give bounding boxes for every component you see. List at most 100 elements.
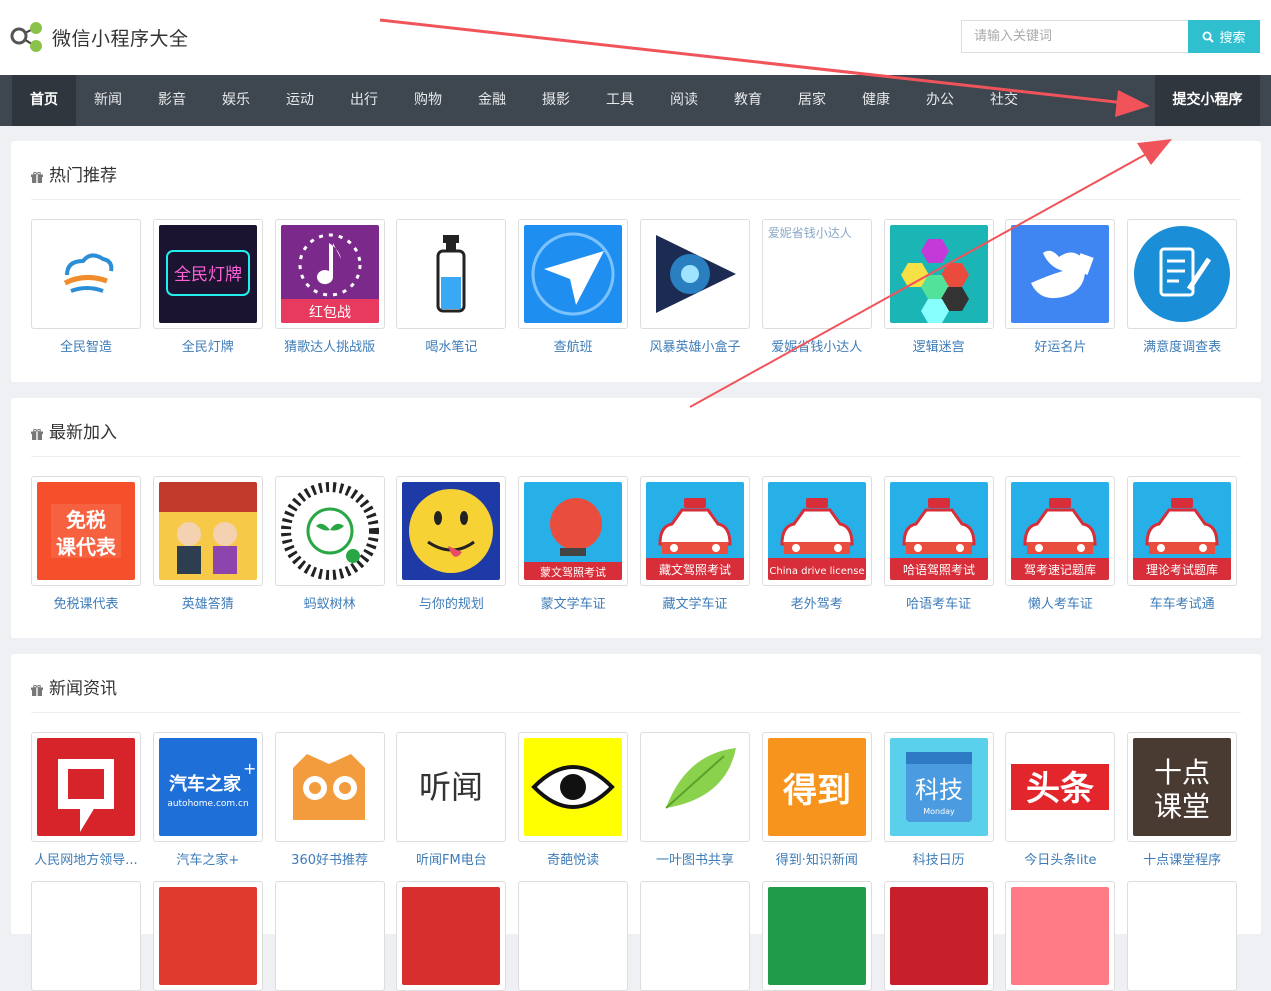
app-card[interactable]: 逻辑迷宫 (883, 219, 994, 355)
app-card[interactable]: 好运名片 (1005, 219, 1116, 355)
app-card[interactable]: 爱妮省钱小达人 爱妮省钱小达人 (761, 219, 872, 355)
app-tile[interactable] (396, 476, 507, 586)
app-name[interactable]: 得到·知识新闻 (762, 849, 872, 868)
app-name[interactable]: 科技日历 (884, 849, 994, 868)
app-tile[interactable] (518, 219, 629, 329)
app-name[interactable]: 英雄答猜 (153, 593, 263, 612)
app-tile[interactable]: 理论考试题库 (1127, 476, 1238, 586)
app-card[interactable]: China drive license 老外驾考 (761, 476, 872, 612)
app-tile[interactable] (1005, 881, 1116, 991)
app-name[interactable]: 好运名片 (1005, 336, 1115, 355)
app-name[interactable]: 喝水笔记 (396, 336, 506, 355)
nav-item-13[interactable]: 健康 (844, 75, 908, 126)
app-name[interactable]: 全民灯牌 (153, 336, 263, 355)
app-card[interactable]: 查航班 (518, 219, 629, 355)
app-name[interactable]: 人民网地方领导... (31, 849, 141, 868)
app-tile[interactable] (396, 881, 507, 991)
app-tile[interactable]: 科技 Monday (883, 732, 994, 842)
app-tile[interactable]: 免税 课代表 (31, 476, 141, 586)
app-name[interactable]: 免税课代表 (31, 593, 141, 612)
app-card[interactable]: 驾考速记题库 懒人考车证 (1005, 476, 1116, 612)
app-card[interactable]: 人民网地方领导... (31, 732, 141, 868)
app-card[interactable]: 听闻听闻FM电台 (396, 732, 507, 868)
app-card[interactable]: 头条 今日头条lite (1005, 732, 1116, 868)
app-card[interactable]: 满意度调查表 (1127, 219, 1238, 355)
app-tile[interactable] (518, 881, 629, 991)
nav-item-14[interactable]: 办公 (908, 75, 972, 126)
app-card[interactable]: 英雄答猜 (152, 476, 263, 612)
app-tile[interactable] (31, 881, 141, 991)
app-name[interactable]: 汽车之家+ (153, 849, 263, 868)
app-tile[interactable]: 得到 (761, 732, 872, 842)
app-card[interactable]: 全民智造 (31, 219, 141, 355)
app-name[interactable]: 蒙文学车证 (518, 593, 628, 612)
app-name[interactable]: 哈语考车证 (884, 593, 994, 612)
app-tile[interactable]: China drive license (761, 476, 872, 586)
nav-item-0[interactable]: 首页 (12, 75, 76, 126)
app-card[interactable]: 奇葩悦读 (518, 732, 629, 868)
app-tile[interactable] (31, 219, 141, 329)
app-name[interactable]: 360好书推荐 (275, 849, 385, 868)
app-tile[interactable] (31, 732, 141, 842)
nav-item-3[interactable]: 娱乐 (204, 75, 268, 126)
nav-item-2[interactable]: 影音 (140, 75, 204, 126)
app-card[interactable]: 蒙文驾照考试蒙文学车证 (518, 476, 629, 612)
app-card[interactable]: 汽车之家 + autohome.com.cn 汽车之家+ (152, 732, 263, 868)
app-card[interactable]: 全民灯牌 全民灯牌 (152, 219, 263, 355)
app-card[interactable]: 与你的规划 (396, 476, 507, 612)
app-tile[interactable] (152, 881, 263, 991)
app-name[interactable]: 查航班 (518, 336, 628, 355)
app-tile[interactable] (640, 732, 750, 842)
site-logo[interactable]: 微信小程序大全 (10, 19, 189, 55)
nav-item-9[interactable]: 工具 (588, 75, 652, 126)
nav-item-15[interactable]: 社交 (972, 75, 1036, 126)
app-tile[interactable] (883, 219, 994, 329)
app-tile[interactable] (274, 881, 385, 991)
app-name[interactable]: 车车考试通 (1127, 593, 1237, 612)
nav-item-11[interactable]: 教育 (716, 75, 780, 126)
app-tile[interactable] (274, 476, 385, 586)
nav-item-7[interactable]: 金融 (460, 75, 524, 126)
app-card[interactable]: 藏文驾照考试 藏文学车证 (640, 476, 750, 612)
app-tile[interactable]: 爱妮省钱小达人 (761, 219, 872, 329)
nav-item-4[interactable]: 运动 (268, 75, 332, 126)
search-button[interactable]: 搜索 (1188, 20, 1260, 53)
app-tile[interactable]: 听闻 (396, 732, 507, 842)
nav-item-5[interactable]: 出行 (332, 75, 396, 126)
app-name[interactable]: 与你的规划 (396, 593, 506, 612)
app-name[interactable]: 爱妮省钱小达人 (762, 336, 872, 355)
app-card[interactable]: 哈语驾照考试 哈语考车证 (883, 476, 994, 612)
app-name[interactable]: 听闻FM电台 (396, 849, 506, 868)
app-name[interactable]: 全民智造 (31, 336, 141, 355)
app-tile[interactable] (396, 219, 507, 329)
app-name[interactable]: 一叶图书共享 (640, 849, 750, 868)
app-card[interactable]: 一叶图书共享 (640, 732, 750, 868)
app-name[interactable]: 老外驾考 (762, 593, 872, 612)
app-tile[interactable] (1127, 219, 1238, 329)
app-tile[interactable] (640, 219, 750, 329)
app-card[interactable]: 免税 课代表 免税课代表 (31, 476, 141, 612)
app-card[interactable]: 科技 Monday 科技日历 (883, 732, 994, 868)
app-tile[interactable] (274, 732, 385, 842)
app-name[interactable]: 十点课堂程序 (1127, 849, 1237, 868)
app-tile[interactable] (1127, 881, 1238, 991)
app-card[interactable]: 360好书推荐 (274, 732, 385, 868)
app-tile[interactable]: 全民灯牌 (152, 219, 263, 329)
app-tile[interactable]: 汽车之家 + autohome.com.cn (152, 732, 263, 842)
app-card[interactable]: 喝水笔记 (396, 219, 507, 355)
app-tile[interactable]: 驾考速记题库 (1005, 476, 1116, 586)
app-tile[interactable]: 十点 课堂 (1127, 732, 1238, 842)
nav-item-10[interactable]: 阅读 (652, 75, 716, 126)
app-tile[interactable]: 藏文驾照考试 (640, 476, 750, 586)
nav-item-1[interactable]: 新闻 (76, 75, 140, 126)
app-card[interactable]: 蚂蚁树林 (274, 476, 385, 612)
app-tile[interactable] (640, 881, 750, 991)
app-tile[interactable] (883, 881, 994, 991)
app-name[interactable]: 风暴英雄小盒子 (640, 336, 750, 355)
submit-miniprogram-button[interactable]: 提交小程序 (1155, 75, 1260, 126)
app-tile[interactable]: 红包战 (274, 219, 385, 329)
app-name[interactable]: 奇葩悦读 (518, 849, 628, 868)
nav-item-8[interactable]: 摄影 (524, 75, 588, 126)
app-tile[interactable]: 蒙文驾照考试 (518, 476, 629, 586)
app-card[interactable]: 风暴英雄小盒子 (640, 219, 750, 355)
